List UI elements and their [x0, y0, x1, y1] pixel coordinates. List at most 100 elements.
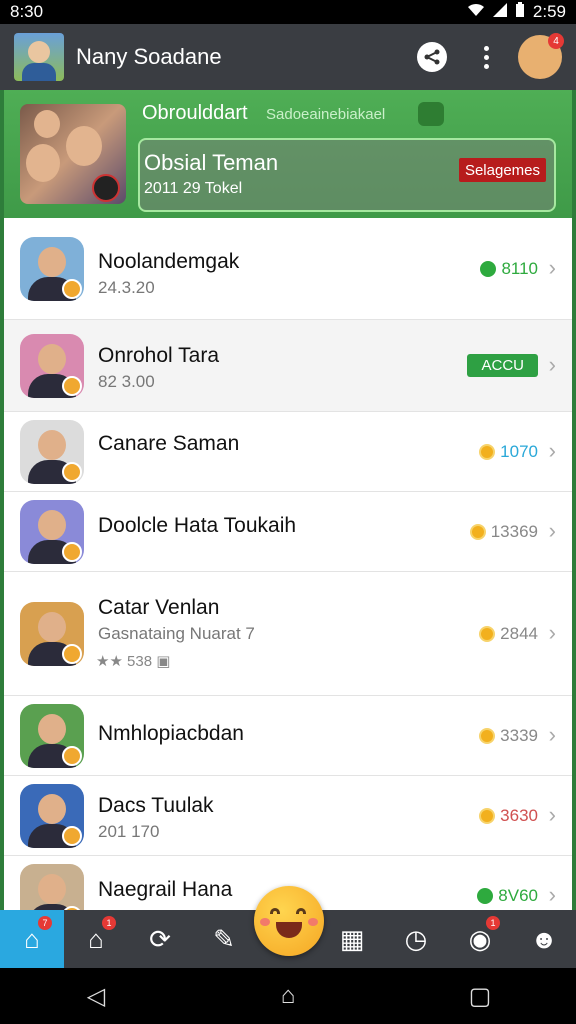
- friend-avatar: [20, 500, 84, 564]
- verified-badge-icon: [62, 376, 82, 396]
- list-item[interactable]: Dacs Tuulak 201 170 3630 ›: [4, 776, 572, 856]
- verified-badge-icon: [62, 644, 82, 664]
- tab-badge: 7: [38, 916, 52, 930]
- group-card[interactable]: Obsial Teman 2011 29 Tokel Selagemes: [138, 138, 556, 212]
- points-display: 13369: [469, 522, 538, 542]
- list-item[interactable]: Onrohol Tara 82 3.00 ACCU ›: [4, 320, 572, 412]
- friend-avatar: [20, 420, 84, 484]
- tab-profile[interactable]: ☻: [512, 910, 576, 968]
- chevron-right-icon: ›: [548, 802, 556, 827]
- friend-name: Nmhlopiacbdan: [98, 722, 244, 745]
- friend-subtitle: Gasnataing Nuarat 7: [98, 624, 255, 643]
- points-value: 1070: [500, 442, 538, 461]
- system-nav-bar: ◁ ⌂ ▢: [0, 968, 576, 1024]
- chevron-right-icon: ›: [548, 518, 556, 543]
- coin-icon: [479, 444, 496, 460]
- profile-icon: ☻: [530, 923, 558, 954]
- more-options-button[interactable]: [464, 35, 508, 79]
- coin-icon: [469, 524, 486, 540]
- points-display: 2844: [479, 624, 538, 644]
- list-item[interactable]: Canare Saman 1070 ›: [4, 412, 572, 492]
- friend-avatar: [20, 864, 84, 910]
- friend-name: Catar Venlan: [98, 596, 220, 619]
- coin-icon: [480, 261, 497, 277]
- group-card-title: Obsial Teman: [144, 150, 279, 175]
- verified-badge-icon: [62, 826, 82, 846]
- chevron-right-icon: ›: [548, 352, 556, 377]
- bear-mascot-icon: 4: [518, 33, 564, 79]
- points-value: 8V60: [498, 886, 538, 905]
- tab-eye[interactable]: ◉ 1: [448, 910, 512, 968]
- friend-avatar: [20, 704, 84, 768]
- friend-avatar: [20, 237, 84, 301]
- points-value: 2844: [500, 624, 538, 643]
- status-time-left: 8:30: [10, 2, 44, 21]
- points-display: 3630: [479, 806, 538, 826]
- coin-icon: [479, 626, 496, 642]
- group-card-button[interactable]: Selagemes: [458, 158, 546, 182]
- app-header: Nany Soadane 4: [0, 24, 576, 90]
- wifi-icon: [467, 2, 485, 22]
- mascot-button[interactable]: 4: [518, 33, 564, 79]
- battery-icon: [515, 1, 525, 23]
- chevron-right-icon: ›: [548, 255, 556, 280]
- notification-badge: 4: [548, 33, 564, 49]
- tab-refresh[interactable]: ⟳: [128, 910, 192, 968]
- points-value: 3339: [500, 726, 538, 745]
- tab-grid[interactable]: ▦: [320, 910, 384, 968]
- friend-name: Noolandemgak: [98, 250, 240, 273]
- user-avatar[interactable]: [14, 33, 64, 81]
- status-pill: ACCU: [467, 354, 538, 377]
- recent-apps-icon[interactable]: ▢: [450, 982, 510, 1011]
- share-icon: [417, 42, 447, 72]
- tab-home[interactable]: ⌂ 7: [0, 910, 64, 968]
- home-nav-icon[interactable]: ⌂: [258, 982, 318, 1010]
- group-name: Obroulddart: [142, 102, 248, 124]
- friend-rating: ★★ 538 ▣: [96, 653, 171, 670]
- list-item[interactable]: Doolcle Hata Toukaih 13369 ›: [4, 492, 572, 572]
- tab-note[interactable]: ✎: [192, 910, 256, 968]
- tab-house[interactable]: ⌂ 1: [64, 910, 128, 968]
- verified-badge-icon: [62, 279, 82, 299]
- share-button[interactable]: [410, 35, 454, 79]
- group-photo: [20, 104, 126, 204]
- friend-name: Doolcle Hata Toukaih: [98, 514, 297, 537]
- signal-icon: [492, 2, 507, 22]
- grid-icon: ▦: [339, 923, 365, 954]
- list-item[interactable]: Noolandemgak 24.3.20 8110 ›: [4, 218, 572, 320]
- friend-subtitle: 24.3.20: [98, 278, 155, 297]
- app-screen: 8:30 2:59 Nany Soadane 4 Obroulddart Sad…: [0, 0, 576, 1024]
- verified-badge-icon: [62, 542, 82, 562]
- group-seal-icon: [92, 174, 120, 202]
- group-card-subtitle: 2011 29 Tokel: [144, 180, 243, 197]
- page-title: Nany Soadane: [76, 44, 222, 69]
- group-banner[interactable]: Obroulddart Sadoeainebiakael Obsial Tema…: [4, 90, 572, 218]
- group-subtitle: Sadoeainebiakael: [266, 106, 386, 123]
- tab-badge: 1: [486, 916, 500, 930]
- points-value: 3630: [500, 806, 538, 825]
- status-time-right: 2:59: [532, 2, 566, 21]
- status-bar: 8:30 2:59: [0, 0, 576, 24]
- friend-list: Noolandemgak 24.3.20 8110 › Onrohol Tara 82 3…: [4, 218, 572, 910]
- friend-name: Dacs Tuulak: [98, 794, 214, 817]
- back-icon[interactable]: ◁: [66, 982, 126, 1011]
- list-item[interactable]: Nmhlopiacbdan 3339 ›: [4, 696, 572, 776]
- points-value: 13369: [490, 522, 538, 541]
- tab-clock[interactable]: ◷: [384, 910, 448, 968]
- verified-badge-icon: [62, 746, 82, 766]
- coin-icon: [479, 728, 496, 744]
- list-item[interactable]: Catar Venlan Gasnataing Nuarat 7 ★★ 538 ▣ 2…: [4, 572, 572, 696]
- game-controller-icon[interactable]: [418, 102, 444, 126]
- more-vert-icon: [483, 45, 489, 69]
- friend-avatar: [20, 784, 84, 848]
- friend-subtitle: 82 3.00: [98, 372, 155, 391]
- emoji-button[interactable]: [254, 886, 324, 956]
- points-value: 8110: [501, 259, 538, 278]
- chevron-right-icon: ›: [548, 620, 556, 645]
- friend-avatar: [20, 602, 84, 666]
- friend-name: Naegrail Hana: [98, 878, 233, 901]
- points-display: 1070: [479, 442, 538, 462]
- points-display: 3339: [479, 726, 538, 746]
- chevron-right-icon: ›: [548, 438, 556, 463]
- friend-subtitle: 201 170: [98, 822, 160, 841]
